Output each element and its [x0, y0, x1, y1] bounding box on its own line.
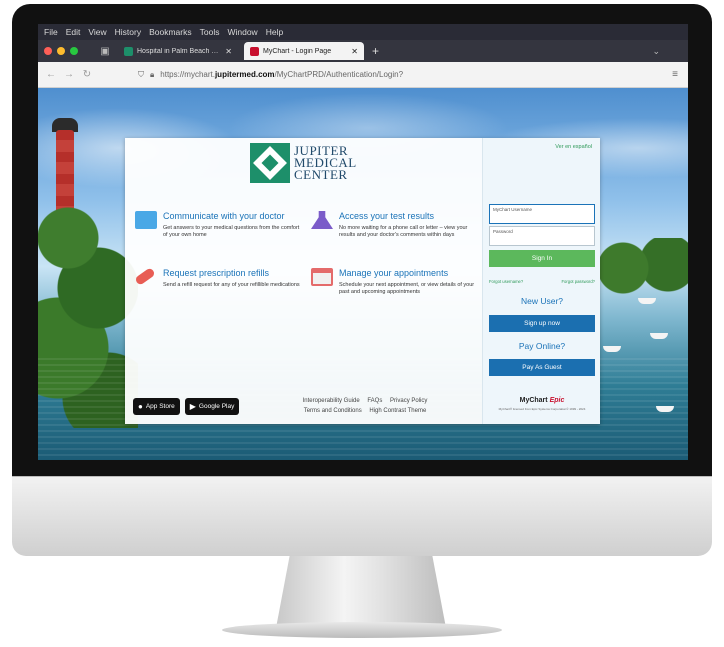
screen: File Edit View History Bookmarks Tools W…	[38, 24, 688, 460]
privacy-link[interactable]: Privacy Policy	[390, 398, 427, 404]
os-menubar: File Edit View History Bookmarks Tools W…	[38, 24, 688, 40]
menu-file[interactable]: File	[44, 27, 58, 37]
feature-title: Request prescription refills	[163, 268, 270, 278]
forgot-links: Forgot username? Forgot password?	[489, 279, 595, 284]
pay-online-heading: Pay Online?	[518, 341, 566, 351]
new-tab-icon[interactable]: +	[372, 44, 379, 58]
shield-icon[interactable]: ⛉	[138, 70, 144, 80]
app-store-label: App Store	[145, 403, 175, 410]
app-store-badges: ● App Store ▶ Google Play	[133, 398, 240, 415]
back-arrow-icon[interactable]: ←	[42, 69, 60, 80]
product-mockup: File Edit View History Bookmarks Tools W…	[0, 0, 724, 647]
monitor-chin	[12, 476, 712, 556]
menu-bookmarks[interactable]: Bookmarks	[149, 27, 192, 37]
monitor-stand-foot	[222, 622, 502, 638]
apple-icon: ●	[138, 402, 143, 411]
monitor-stand-neck	[276, 556, 446, 628]
google-play-label: Google Play	[198, 403, 235, 410]
password-placeholder: Password	[493, 229, 513, 234]
app-store-badge[interactable]: ● App Store	[133, 398, 180, 415]
feature-desc: Get answers to your medical questions fr…	[163, 225, 300, 238]
boat	[650, 333, 668, 339]
envelope-icon	[135, 211, 157, 229]
address-bar: ← → ↻ ⛉ 🔒︎ https://mychart.jupitermed.co…	[38, 62, 688, 88]
flask-icon	[311, 211, 333, 229]
logo-wordmark: JUPITER MEDICAL CENTER	[294, 143, 357, 182]
username-placeholder: MyChart Username	[493, 207, 533, 212]
features-panel: JUPITER MEDICAL CENTER Communicate with …	[125, 138, 482, 424]
mychart-epic-logo: MyChart Epic	[519, 397, 565, 404]
tab-mychart-login[interactable]: MyChart - Login Page ✕	[244, 42, 364, 60]
tab-overview-icon[interactable]: ▣	[98, 46, 112, 57]
pay-as-guest-button[interactable]: Pay As Guest	[489, 359, 595, 376]
login-card: JUPITER MEDICAL CENTER Communicate with …	[125, 138, 600, 424]
copyright-text: MyChart® licensed from Epic Systems Corp…	[498, 407, 586, 411]
tab-strip: ▣ Hospital in Palm Beach County ✕ MyChar…	[38, 40, 688, 62]
url-field[interactable]: ⛉ 🔒︎ https://mychart.jupitermed.com/MyCh…	[138, 70, 403, 80]
play-triangle-icon: ▶	[189, 402, 196, 411]
spanish-link[interactable]: Ver en español	[555, 144, 592, 150]
terms-link[interactable]: Terms and Conditions	[304, 408, 362, 414]
interoperability-link[interactable]: Interoperability Guide	[303, 398, 360, 404]
close-tab-icon[interactable]: ✕	[351, 47, 358, 56]
window-controls	[44, 47, 78, 55]
url-text: https://mychart.jupitermed.com/MyChartPR…	[160, 70, 404, 79]
forward-arrow-icon[interactable]: →	[60, 69, 78, 80]
jupiter-logo-mark-icon	[250, 143, 290, 183]
forgot-username-link[interactable]: Forgot username?	[489, 279, 523, 284]
pill-icon	[134, 267, 156, 286]
password-input[interactable]: Password	[489, 226, 595, 246]
reload-icon[interactable]: ↻	[78, 69, 96, 80]
tab-title: MyChart - Login Page	[263, 47, 332, 55]
zoom-window-button[interactable]	[70, 47, 78, 55]
page-viewport: JUPITER MEDICAL CENTER Communicate with …	[38, 88, 688, 460]
faqs-link[interactable]: FAQs	[367, 398, 382, 404]
close-tab-icon[interactable]: ✕	[225, 47, 232, 56]
chevron-down-icon[interactable]: ⌄	[652, 46, 660, 57]
tab-hospital[interactable]: Hospital in Palm Beach County ✕	[118, 42, 238, 60]
hamburger-menu-icon[interactable]: ≡	[672, 69, 678, 80]
menu-help[interactable]: Help	[266, 27, 283, 37]
feature-title: Access your test results	[339, 211, 435, 221]
sign-up-button[interactable]: Sign up now	[489, 315, 595, 332]
boat	[638, 298, 656, 304]
menu-view[interactable]: View	[88, 27, 106, 37]
menu-tools[interactable]: Tools	[200, 27, 220, 37]
forgot-password-link[interactable]: Forgot password?	[561, 279, 595, 284]
feature-title: Manage your appointments	[339, 268, 449, 278]
boat	[603, 346, 621, 352]
menu-history[interactable]: History	[115, 27, 141, 37]
calendar-icon	[311, 268, 333, 286]
login-panel: Ver en español MyChart Username Password…	[482, 138, 600, 424]
google-play-badge[interactable]: ▶ Google Play	[184, 398, 240, 415]
high-contrast-link[interactable]: High Contrast Theme	[369, 408, 426, 414]
lock-icon[interactable]: 🔒︎	[150, 70, 154, 80]
feature-desc: No more waiting for a phone call or lett…	[339, 225, 468, 238]
footer-links: Interoperability Guide FAQs Privacy Poli…	[280, 396, 450, 416]
username-input[interactable]: MyChart Username	[489, 204, 595, 224]
jupiter-favicon-icon	[124, 46, 133, 56]
tab-title: Hospital in Palm Beach County	[137, 47, 221, 55]
mychart-favicon-icon	[250, 46, 259, 56]
close-window-button[interactable]	[44, 47, 52, 55]
menu-edit[interactable]: Edit	[66, 27, 81, 37]
minimize-window-button[interactable]	[57, 47, 65, 55]
feature-desc: Send a refill request for any of your re…	[163, 282, 300, 288]
new-user-heading: New User?	[520, 296, 564, 306]
sign-in-button[interactable]: Sign In	[489, 250, 595, 267]
feature-title: Communicate with your doctor	[163, 211, 285, 221]
jupiter-medical-logo: JUPITER MEDICAL CENTER	[250, 143, 357, 183]
menu-window[interactable]: Window	[227, 27, 257, 37]
feature-desc: Schedule your next appointment, or view …	[339, 282, 475, 295]
